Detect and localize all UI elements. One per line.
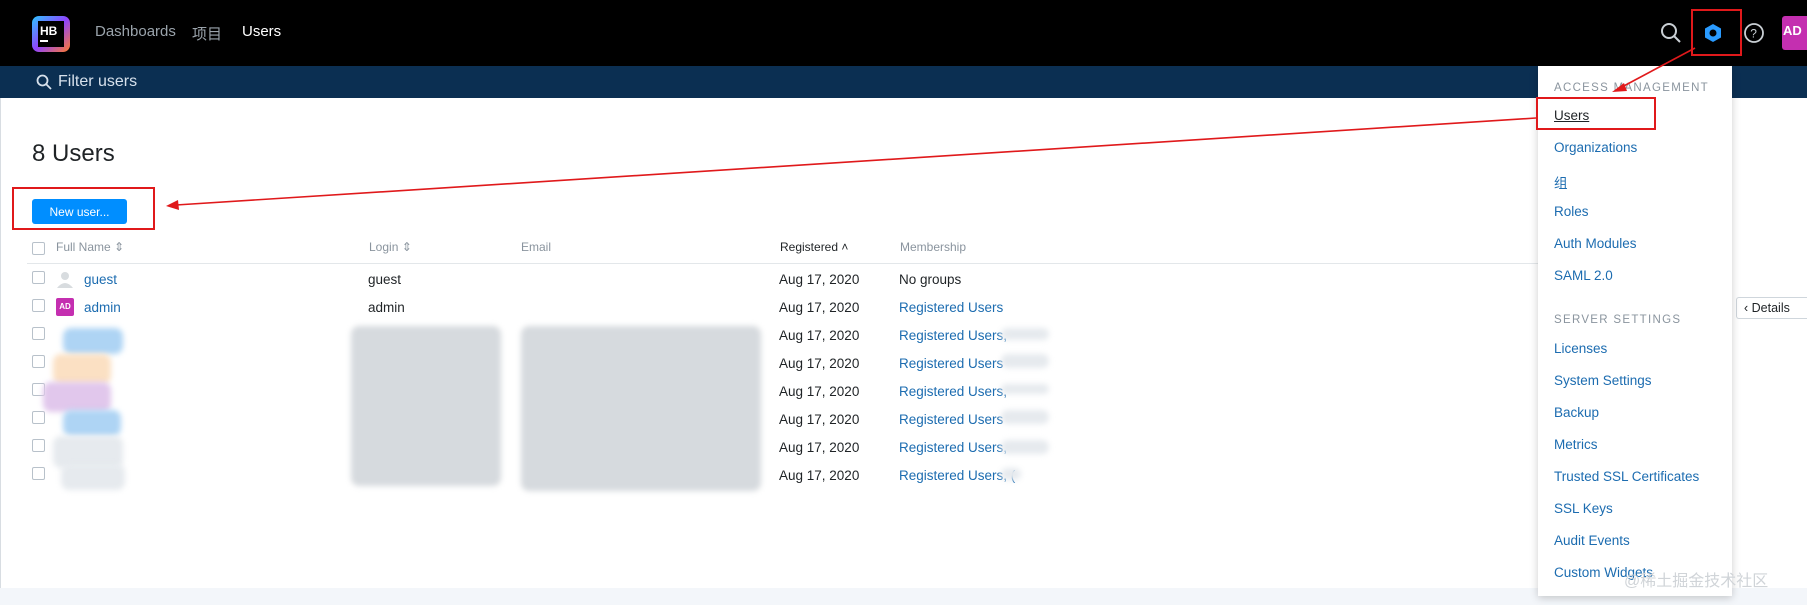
user-membership: No groups: [899, 272, 962, 287]
redacted-email: [521, 326, 761, 491]
row-checkbox[interactable]: [32, 439, 45, 452]
select-all-checkbox[interactable]: [32, 242, 45, 255]
user-registered: Aug 17, 2020: [779, 412, 860, 427]
admin-settings-menu: ACCESS MANAGEMENT Users Organizations 组 …: [1538, 66, 1732, 596]
app-logo[interactable]: HB: [30, 14, 72, 54]
redacted-avatar: [61, 464, 125, 490]
user-registered: Aug 17, 2020: [779, 384, 860, 399]
filter-search-icon: [36, 74, 52, 90]
redacted-membership: [1001, 410, 1049, 424]
column-email: Email: [521, 240, 552, 254]
top-navigation-bar: HB Dashboards 项目 Users ? AD: [0, 0, 1807, 66]
user-membership-link[interactable]: Registered Users: [899, 300, 1003, 315]
redacted-membership: [1001, 468, 1021, 480]
user-membership: Registered Users, (: [899, 468, 1016, 483]
nav-users[interactable]: Users: [242, 23, 281, 40]
user-registered: Aug 17, 2020: [779, 328, 860, 343]
row-checkbox[interactable]: [32, 327, 45, 340]
menu-item-licenses[interactable]: Licenses: [1554, 341, 1607, 356]
menu-item-auth-modules[interactable]: Auth Modules: [1554, 236, 1637, 251]
redacted-login: [351, 326, 501, 486]
search-icon[interactable]: [1657, 19, 1685, 47]
help-icon[interactable]: ?: [1740, 19, 1768, 47]
menu-section-access: ACCESS MANAGEMENT: [1554, 82, 1710, 94]
user-registered: Aug 17, 2020: [779, 356, 860, 371]
menu-item-metrics[interactable]: Metrics: [1554, 437, 1598, 452]
user-membership: Registered Users,: [899, 384, 1008, 399]
svg-text:?: ?: [1750, 27, 1757, 41]
filter-bar: [0, 66, 1807, 98]
redacted-avatar: [63, 328, 123, 354]
annotation-box-users-menu: [1536, 97, 1656, 130]
users-panel: 8 Users New user... Full Name ⇕ Login ⇕ …: [0, 98, 1807, 588]
row-checkbox[interactable]: [32, 355, 45, 368]
row-checkbox[interactable]: [32, 411, 45, 424]
menu-item-organizations[interactable]: Organizations: [1554, 140, 1637, 155]
user-login: guest: [368, 272, 402, 287]
menu-item-system-settings[interactable]: System Settings: [1554, 373, 1652, 388]
column-login[interactable]: Login ⇕: [369, 240, 412, 254]
menu-item-roles[interactable]: Roles: [1554, 204, 1589, 219]
annotation-box-new-user: [12, 187, 155, 230]
user-avatar[interactable]: AD: [1782, 16, 1807, 50]
column-membership: Membership: [900, 240, 967, 254]
row-checkbox[interactable]: [32, 299, 45, 312]
user-registered: Aug 17, 2020: [779, 300, 860, 315]
user-membership: Registered Users: [899, 412, 1004, 427]
nav-projects[interactable]: 项目: [192, 23, 222, 44]
user-registered: Aug 17, 2020: [779, 272, 860, 287]
header-divider: [27, 263, 1547, 264]
user-avatar-badge: AD: [56, 298, 74, 316]
page-title: 8 Users: [32, 140, 115, 167]
menu-item-ssl-keys[interactable]: SSL Keys: [1554, 501, 1613, 516]
menu-item-trusted-ssl[interactable]: Trusted SSL Certificates: [1554, 469, 1699, 484]
redacted-membership: [1001, 440, 1049, 454]
user-login: admin: [368, 300, 405, 315]
user-membership: Registered Users: [899, 356, 1004, 371]
watermark: @稀土掘金技术社区: [1624, 573, 1769, 590]
redacted-avatar: [53, 354, 111, 384]
user-membership: Registered Users,: [899, 440, 1008, 455]
user-name-link[interactable]: admin: [84, 300, 121, 315]
filter-users-input[interactable]: [58, 70, 458, 94]
redacted-avatar: [43, 382, 111, 412]
menu-item-saml[interactable]: SAML 2.0: [1554, 268, 1613, 283]
nav-dashboards[interactable]: Dashboards: [95, 23, 176, 40]
user-registered: Aug 17, 2020: [779, 440, 860, 455]
row-checkbox[interactable]: [32, 467, 45, 480]
redacted-membership: [1001, 384, 1049, 394]
menu-section-server: SERVER SETTINGS: [1554, 314, 1682, 326]
details-toggle[interactable]: ‹ Details: [1736, 297, 1807, 319]
menu-item-audit-events[interactable]: Audit Events: [1554, 533, 1630, 548]
redacted-avatar: [63, 410, 121, 436]
column-full-name[interactable]: Full Name ⇕: [56, 240, 124, 254]
svg-text:HB: HB: [40, 24, 58, 38]
annotation-box-settings: [1691, 9, 1742, 56]
user-name-link[interactable]: guest: [84, 272, 117, 287]
redacted-membership: [1001, 354, 1049, 368]
menu-item-backup[interactable]: Backup: [1554, 405, 1599, 420]
column-registered[interactable]: Registered ˄: [780, 240, 848, 254]
user-membership: Registered Users,: [899, 328, 1008, 343]
default-user-icon: [57, 272, 73, 288]
user-registered: Aug 17, 2020: [779, 468, 860, 483]
menu-item-groups[interactable]: 组: [1554, 172, 1568, 192]
redacted-membership: [1001, 328, 1049, 340]
row-checkbox[interactable]: [32, 271, 45, 284]
